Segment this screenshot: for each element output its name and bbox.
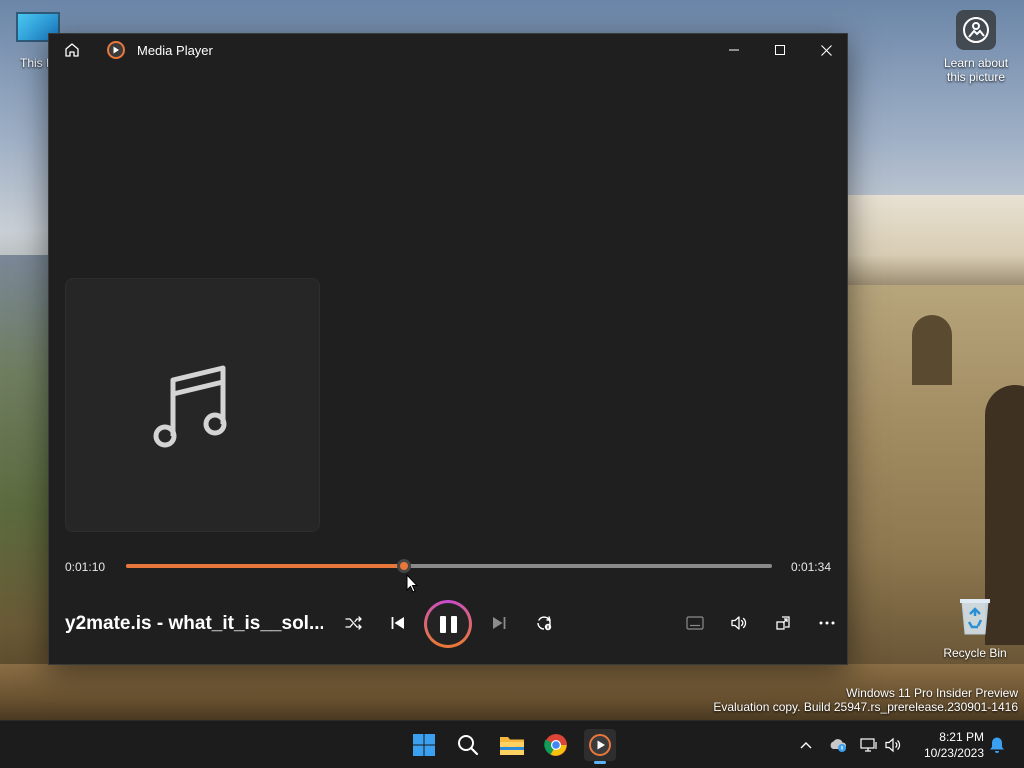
volume-icon — [731, 616, 747, 630]
total-time: 0:01:34 — [790, 560, 831, 574]
close-icon — [820, 44, 832, 56]
tray-network[interactable] — [858, 733, 880, 757]
close-button[interactable] — [803, 34, 849, 66]
captions-icon — [686, 616, 704, 630]
camera-info-icon — [956, 10, 996, 50]
pause-icon — [427, 603, 469, 645]
album-art — [65, 278, 320, 532]
shuffle-icon — [345, 616, 362, 630]
taskbar-media-player[interactable] — [584, 729, 616, 764]
wallpaper-arch — [912, 315, 952, 385]
previous-button[interactable] — [381, 606, 415, 640]
clock-time: 8:21 PM — [939, 730, 984, 744]
volume-button[interactable] — [722, 606, 756, 640]
search-icon — [458, 735, 479, 756]
windows-logo-icon — [413, 734, 435, 756]
taskbar-chrome[interactable] — [540, 729, 572, 761]
more-options-button[interactable] — [810, 606, 844, 640]
media-player-window: Media Player 0:01:10 0:01:34 y2mate.is -… — [48, 33, 848, 665]
minimize-icon — [729, 49, 739, 51]
shuffle-button[interactable] — [337, 606, 371, 640]
taskbar: 8:21 PM 10/23/2023 — [0, 720, 1024, 768]
seek-bar-thumb[interactable] — [396, 559, 411, 573]
title-bar[interactable]: Media Player — [49, 34, 847, 66]
maximize-button[interactable] — [757, 34, 803, 66]
start-button[interactable] — [408, 729, 440, 761]
media-player-logo-icon — [107, 41, 125, 59]
mouse-cursor-icon — [406, 573, 419, 599]
next-icon — [493, 617, 506, 629]
wallpaper-left — [0, 255, 48, 720]
show-hidden-icons-button[interactable] — [795, 733, 817, 757]
media-player-icon — [589, 734, 611, 756]
network-icon — [860, 738, 877, 752]
desktop-icon-label: Learn about this picture — [943, 56, 1009, 84]
desktop-icon-recycle-bin[interactable]: Recycle Bin — [940, 596, 1010, 660]
taskbar-file-explorer[interactable] — [496, 729, 528, 761]
minimize-button[interactable] — [711, 34, 757, 66]
evaluation-watermark: Windows 11 Pro Insider Preview Evaluatio… — [713, 686, 1018, 714]
taskbar-clock[interactable]: 8:21 PM 10/23/2023 — [924, 729, 984, 761]
wallpaper-town — [848, 195, 1024, 295]
taskbar-search-button[interactable] — [452, 729, 484, 761]
mini-player-button[interactable] — [766, 606, 800, 640]
current-time: 0:01:10 — [65, 560, 106, 574]
track-title: y2mate.is - what_it_is__sol... — [65, 613, 323, 634]
home-icon — [65, 43, 79, 57]
previous-icon — [391, 617, 404, 629]
desktop-icon-learn-about-picture[interactable]: Learn about this picture — [934, 10, 1018, 84]
watermark-line-1: Windows 11 Pro Insider Preview — [846, 686, 1018, 700]
recycle-bin-icon — [958, 596, 992, 636]
home-button[interactable] — [61, 40, 83, 60]
repeat-icon — [537, 616, 552, 631]
seek-bar-progress — [126, 564, 404, 568]
folder-icon — [500, 737, 524, 755]
tray-onedrive[interactable] — [827, 733, 849, 757]
seek-bar[interactable] — [126, 559, 772, 573]
clock-date: 10/23/2023 — [923, 746, 984, 760]
maximize-icon — [775, 45, 785, 55]
chrome-icon — [544, 734, 567, 756]
next-button[interactable] — [482, 606, 516, 640]
captions-button[interactable] — [678, 606, 712, 640]
tray-volume[interactable] — [882, 733, 904, 757]
repeat-button[interactable] — [527, 606, 561, 640]
chevron-up-icon — [800, 742, 812, 749]
music-note-icon — [153, 365, 226, 448]
notifications-button[interactable] — [986, 733, 1008, 757]
watermark-line-2: Evaluation copy. Build 25947.rs_prerelea… — [713, 700, 1018, 714]
desktop-icon-label: Recycle Bin — [943, 646, 1007, 660]
speaker-icon — [885, 737, 901, 753]
pause-button[interactable] — [424, 600, 472, 648]
bell-icon — [990, 737, 1004, 753]
cloud-icon — [830, 739, 847, 752]
mini-player-icon — [776, 616, 790, 630]
more-icon — [819, 621, 835, 625]
window-title: Media Player — [137, 43, 213, 58]
